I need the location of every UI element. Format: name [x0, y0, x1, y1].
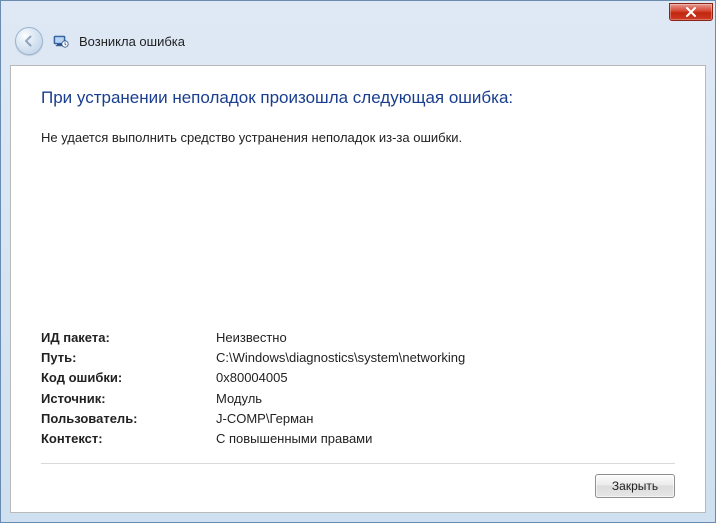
arrow-left-icon — [22, 34, 36, 48]
troubleshoot-icon — [53, 33, 69, 49]
detail-row: Источник: Модуль — [41, 389, 675, 409]
detail-value: C:\Windows\diagnostics\system\networking — [216, 348, 675, 368]
close-icon — [685, 7, 697, 17]
back-button[interactable] — [15, 27, 43, 55]
footer: Закрыть — [41, 463, 675, 498]
detail-row: ИД пакета: Неизвестно — [41, 328, 675, 348]
detail-label: Источник: — [41, 389, 216, 409]
content-area: При устранении неполадок произошла следу… — [10, 65, 706, 513]
detail-label: Пользователь: — [41, 409, 216, 429]
detail-value: 0x80004005 — [216, 368, 675, 388]
detail-row: Пользователь: J-COMP\Герман — [41, 409, 675, 429]
window-close-button[interactable] — [669, 3, 713, 21]
detail-row: Код ошибки: 0x80004005 — [41, 368, 675, 388]
detail-value: J-COMP\Герман — [216, 409, 675, 429]
details-list: ИД пакета: Неизвестно Путь: C:\Windows\d… — [41, 328, 675, 449]
error-heading: При устранении неполадок произошла следу… — [41, 88, 675, 108]
dialog-window: Возникла ошибка При устранении неполадок… — [0, 0, 716, 523]
detail-label: Путь: — [41, 348, 216, 368]
header: Возникла ошибка — [1, 21, 715, 61]
detail-label: ИД пакета: — [41, 328, 216, 348]
error-message: Не удается выполнить средство устранения… — [41, 130, 675, 145]
detail-value: С повышенными правами — [216, 429, 675, 449]
window-title: Возникла ошибка — [79, 34, 185, 49]
detail-row: Контекст: С повышенными правами — [41, 429, 675, 449]
titlebar — [1, 1, 715, 21]
detail-row: Путь: C:\Windows\diagnostics\system\netw… — [41, 348, 675, 368]
detail-label: Код ошибки: — [41, 368, 216, 388]
detail-value: Модуль — [216, 389, 675, 409]
detail-value: Неизвестно — [216, 328, 675, 348]
detail-label: Контекст: — [41, 429, 216, 449]
close-button[interactable]: Закрыть — [595, 474, 675, 498]
